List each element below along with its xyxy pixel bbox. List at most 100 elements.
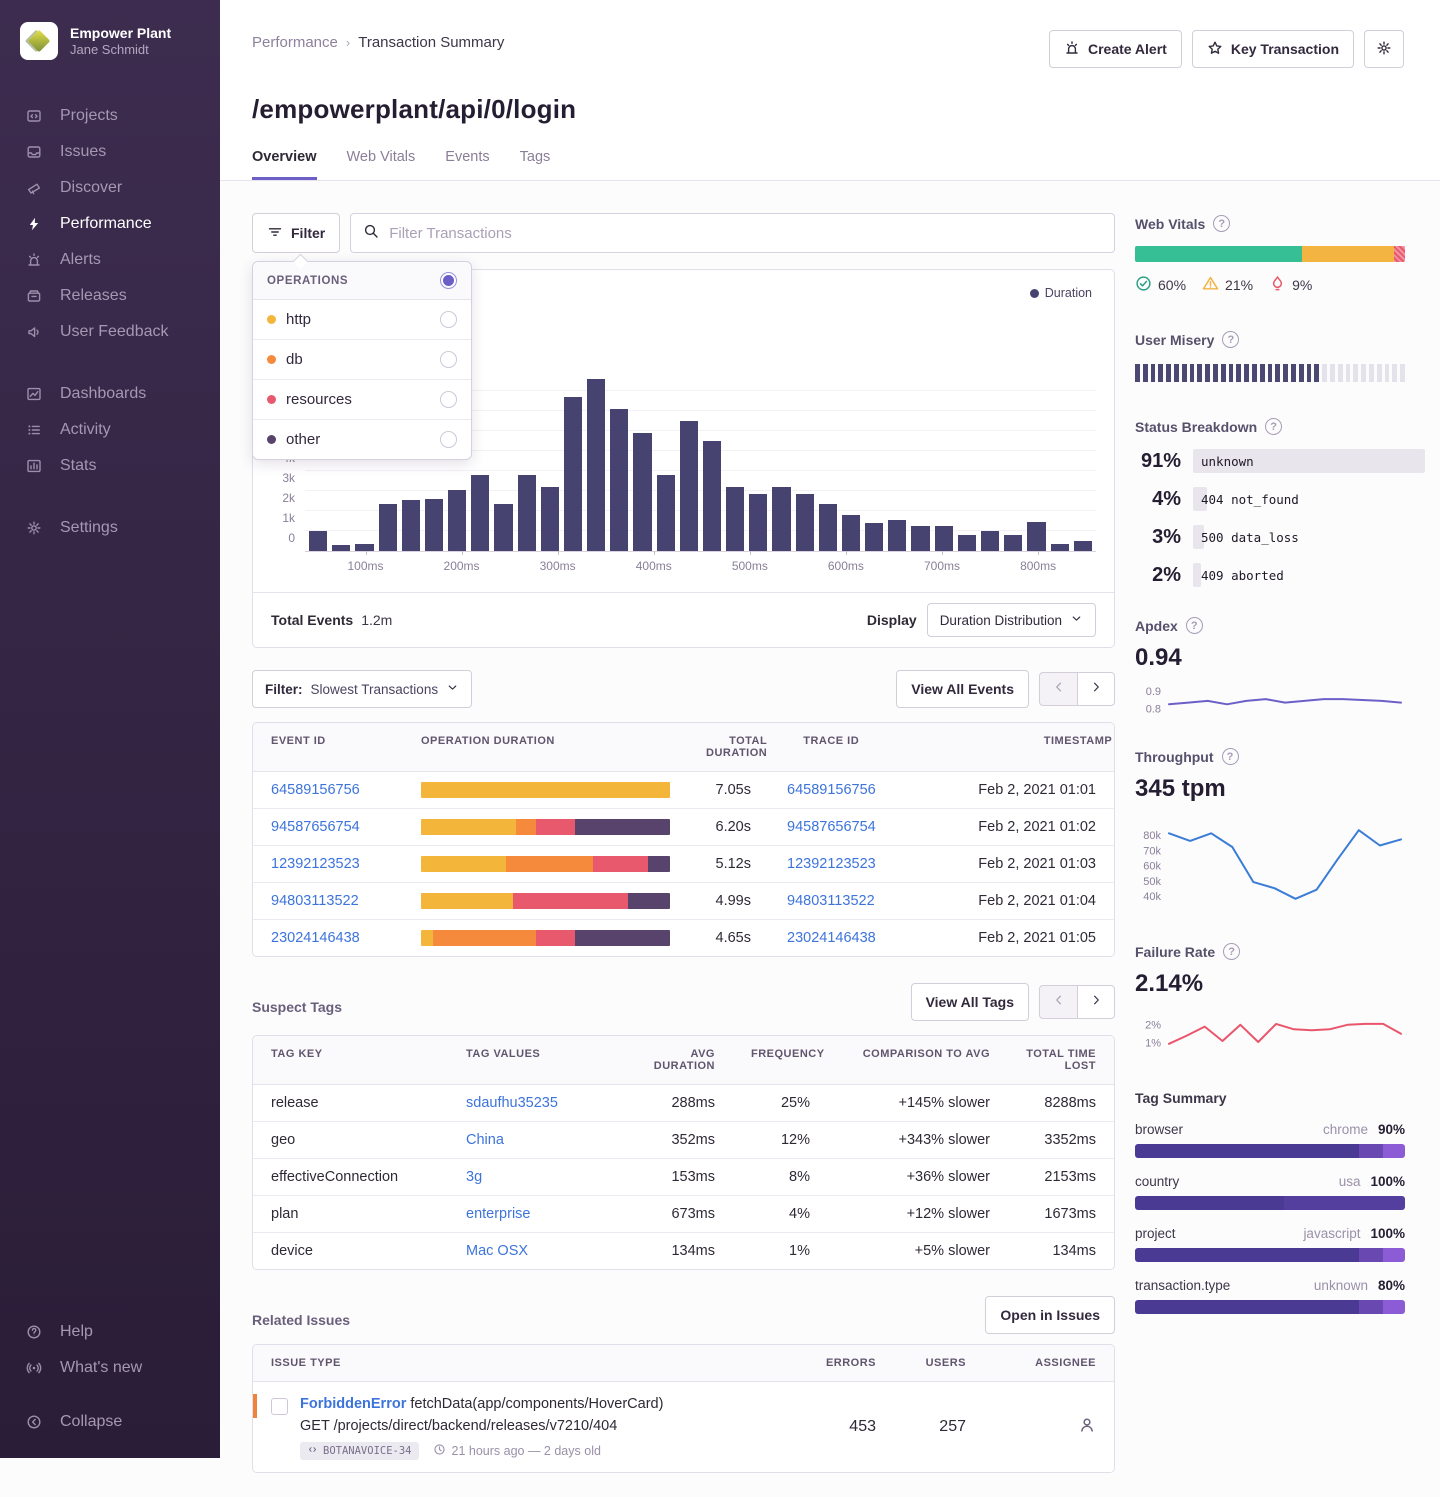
- tag-summary-segment[interactable]: [1383, 1248, 1405, 1262]
- key-transaction-button[interactable]: Key Transaction: [1192, 30, 1354, 68]
- tag-value-link[interactable]: sdaufhu35235: [466, 1095, 558, 1111]
- help-circle-icon[interactable]: ?: [1222, 748, 1239, 765]
- sidebar-item-alerts[interactable]: Alerts: [0, 242, 220, 278]
- histogram-bar[interactable]: [1004, 535, 1022, 551]
- previous-page-button[interactable]: [1039, 985, 1077, 1019]
- assignee-user-icon[interactable]: [1078, 1416, 1096, 1438]
- event-id-link[interactable]: 94587656754: [271, 819, 360, 835]
- histogram-bar[interactable]: [842, 515, 860, 551]
- next-page-button[interactable]: [1077, 672, 1115, 706]
- sidebar-item-releases[interactable]: Releases: [0, 278, 220, 314]
- sidebar-item-stats[interactable]: Stats: [0, 448, 220, 484]
- search-input[interactable]: [389, 225, 1102, 242]
- trace-id-link[interactable]: 23024146438: [787, 930, 876, 946]
- events-filter-select[interactable]: Filter: Slowest Transactions: [252, 670, 472, 708]
- histogram-bar[interactable]: [309, 531, 327, 551]
- sidebar-item-user-feedback[interactable]: User Feedback: [0, 314, 220, 350]
- histogram-bar[interactable]: [981, 531, 999, 551]
- tag-value-link[interactable]: China: [466, 1132, 504, 1148]
- breadcrumb-performance[interactable]: Performance: [252, 34, 338, 51]
- tag-value-link[interactable]: enterprise: [466, 1206, 530, 1222]
- tag-summary-segment[interactable]: [1135, 1196, 1284, 1210]
- view-all-events-button[interactable]: View All Events: [896, 670, 1029, 708]
- histogram-bar[interactable]: [541, 487, 559, 551]
- tag-summary-segment[interactable]: [1359, 1248, 1383, 1262]
- event-id-link[interactable]: 12392123523: [271, 856, 360, 872]
- chart-legend[interactable]: Duration: [1030, 286, 1092, 300]
- histogram-bar[interactable]: [935, 526, 953, 551]
- event-id-link[interactable]: 94803113522: [271, 893, 359, 909]
- previous-page-button[interactable]: [1039, 672, 1077, 706]
- tab-web-vitals[interactable]: Web Vitals: [347, 149, 416, 180]
- histogram-bar[interactable]: [633, 433, 651, 551]
- tag-summary-segment[interactable]: [1383, 1144, 1405, 1158]
- histogram-bar[interactable]: [564, 397, 582, 551]
- issue-checkbox[interactable]: [271, 1398, 288, 1415]
- sidebar-item-performance[interactable]: Performance: [0, 206, 220, 242]
- sidebar-item-settings[interactable]: Settings: [0, 510, 220, 546]
- histogram-bar[interactable]: [587, 379, 605, 551]
- histogram-bar[interactable]: [379, 504, 397, 551]
- histogram-bar[interactable]: [332, 545, 350, 551]
- histogram-bar[interactable]: [772, 487, 790, 551]
- tag-summary-segment[interactable]: [1135, 1248, 1359, 1262]
- operation-option-resources[interactable]: resources: [253, 380, 471, 420]
- event-id-link[interactable]: 64589156756: [271, 782, 360, 798]
- tab-tags[interactable]: Tags: [520, 149, 551, 180]
- histogram-bar[interactable]: [610, 409, 628, 551]
- help-circle-icon[interactable]: ?: [1265, 418, 1282, 435]
- open-in-issues-button[interactable]: Open in Issues: [985, 1296, 1115, 1334]
- operation-radio[interactable]: [440, 311, 457, 328]
- tab-overview[interactable]: Overview: [252, 149, 317, 180]
- tag-summary-segment[interactable]: [1284, 1196, 1406, 1210]
- sidebar-item-what-s-new[interactable]: What's new: [0, 1350, 220, 1386]
- sidebar-item-issues[interactable]: Issues: [0, 134, 220, 170]
- histogram-bar[interactable]: [796, 494, 814, 551]
- operation-option-other[interactable]: other: [253, 420, 471, 459]
- operation-radio[interactable]: [440, 351, 457, 368]
- tag-summary-segment[interactable]: [1135, 1144, 1359, 1158]
- histogram-bar[interactable]: [865, 523, 883, 551]
- tag-value-link[interactable]: 3g: [466, 1169, 482, 1185]
- next-page-button[interactable]: [1077, 985, 1115, 1019]
- histogram-bar[interactable]: [1051, 544, 1069, 551]
- operation-option-db[interactable]: db: [253, 340, 471, 380]
- sidebar-item-collapse[interactable]: Collapse: [0, 1404, 220, 1440]
- tag-summary-segment[interactable]: [1383, 1300, 1405, 1314]
- histogram-bar[interactable]: [703, 441, 721, 551]
- trace-id-link[interactable]: 94587656754: [787, 819, 876, 835]
- event-id-link[interactable]: 23024146438: [271, 930, 360, 946]
- help-circle-icon[interactable]: ?: [1222, 331, 1239, 348]
- trace-id-link[interactable]: 12392123523: [787, 856, 876, 872]
- histogram-bar[interactable]: [448, 490, 466, 551]
- histogram-bar[interactable]: [494, 504, 512, 551]
- tag-value-link[interactable]: Mac OSX: [466, 1243, 528, 1259]
- tag-summary-segment[interactable]: [1359, 1300, 1383, 1314]
- histogram-bar[interactable]: [726, 487, 744, 551]
- help-circle-icon[interactable]: ?: [1223, 943, 1240, 960]
- histogram-bar[interactable]: [888, 520, 906, 551]
- sidebar-item-discover[interactable]: Discover: [0, 170, 220, 206]
- histogram-bar[interactable]: [1027, 522, 1045, 551]
- sidebar-item-help[interactable]: Help: [0, 1314, 220, 1350]
- help-circle-icon[interactable]: ?: [1186, 617, 1203, 634]
- histogram-bar[interactable]: [749, 494, 767, 551]
- histogram-bar[interactable]: [819, 504, 837, 551]
- settings-gear-button[interactable]: [1364, 30, 1404, 68]
- operation-radio[interactable]: [440, 391, 457, 408]
- histogram-bar[interactable]: [958, 535, 976, 551]
- histogram-bar[interactable]: [518, 475, 536, 551]
- trace-id-link[interactable]: 64589156756: [787, 782, 876, 798]
- display-select[interactable]: Duration Distribution: [927, 603, 1096, 637]
- sidebar-item-dashboards[interactable]: Dashboards: [0, 376, 220, 412]
- view-all-tags-button[interactable]: View All Tags: [911, 983, 1029, 1021]
- trace-id-link[interactable]: 94803113522: [787, 893, 875, 909]
- operations-dropdown-header[interactable]: OPERATIONS: [253, 262, 471, 300]
- histogram-bar[interactable]: [1074, 541, 1092, 551]
- tag-summary-segment[interactable]: [1135, 1300, 1359, 1314]
- histogram-bar[interactable]: [402, 500, 420, 551]
- tab-events[interactable]: Events: [445, 149, 489, 180]
- help-circle-icon[interactable]: ?: [1213, 215, 1230, 232]
- tag-summary-segment[interactable]: [1359, 1144, 1383, 1158]
- histogram-bar[interactable]: [355, 544, 373, 551]
